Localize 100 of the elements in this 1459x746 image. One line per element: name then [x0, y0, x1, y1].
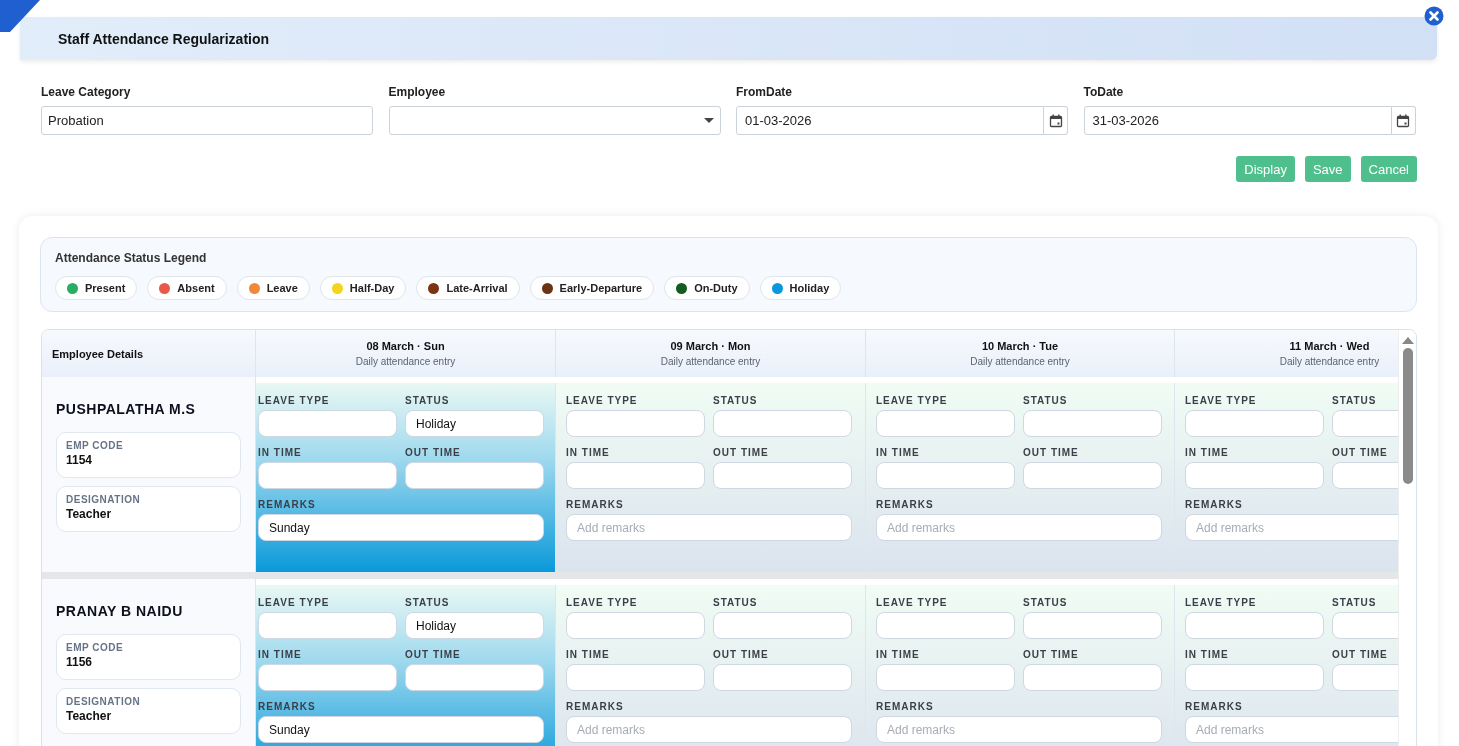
employee-name: PRANAY B NAIDU [56, 603, 184, 619]
legend-label: Late-Arrival [446, 282, 508, 294]
field-label: IN TIME [566, 649, 611, 660]
legend-label: Holiday [789, 282, 830, 294]
day-subtitle: Daily attendance entry [355, 356, 456, 367]
field-label: Employee [388, 85, 447, 99]
legend-label: Present [85, 282, 126, 294]
input-field[interactable]: Sunday [258, 514, 544, 541]
input-field[interactable]: Add remarks [1185, 514, 1398, 541]
field-label: OUT TIME [713, 447, 770, 458]
legend-label: Half-Day [349, 282, 395, 294]
field-label: STATUS [1023, 597, 1069, 608]
day-subtitle: Daily attendance entry [970, 356, 1070, 367]
field-label: STATUS [1023, 395, 1069, 406]
input-field[interactable] [1023, 612, 1162, 639]
field-label: IN TIME [876, 447, 921, 458]
field-label: OUT TIME [713, 649, 770, 660]
field-label: REMARKS [258, 499, 317, 510]
input-field[interactable]: Sunday [258, 716, 544, 743]
close-icon[interactable] [1424, 6, 1444, 26]
input-field[interactable] [713, 410, 852, 437]
input-field[interactable] [1023, 410, 1162, 437]
field-label: LEAVE TYPE [1185, 395, 1258, 406]
detail-value: Teacher [66, 507, 113, 521]
field-label: STATUS [405, 597, 451, 608]
input-field[interactable] [258, 664, 397, 691]
legend-label: On-Duty [694, 282, 738, 294]
input-field[interactable] [405, 462, 544, 489]
input-field[interactable] [258, 462, 397, 489]
employee-dropdown[interactable] [388, 106, 721, 135]
field-label: IN TIME [1185, 447, 1230, 458]
detail-value: Teacher [66, 709, 113, 723]
legend-label: Leave [266, 282, 298, 294]
calendar-icon[interactable] [1391, 106, 1416, 135]
input-field[interactable] [713, 462, 852, 489]
legend-label: Early-Departure [559, 282, 643, 294]
field-label: LEAVE TYPE [1185, 597, 1258, 608]
day-date: 09 March · Mon [670, 340, 751, 352]
input-field[interactable] [1023, 462, 1162, 489]
input-field[interactable]: Holiday [405, 410, 544, 437]
input-field[interactable]: Add remarks [876, 514, 1162, 541]
date-field[interactable]: 01-03-2026 [736, 106, 1044, 135]
field-label: Leave Category [41, 85, 132, 99]
field-label: STATUS [1332, 395, 1378, 406]
input-field[interactable] [258, 410, 397, 437]
detail-label: EMP CODE [66, 642, 125, 653]
input-field[interactable] [566, 612, 705, 639]
day-date: 11 March · Wed [1289, 340, 1370, 352]
legend-label: Absent [177, 282, 215, 294]
date-field[interactable]: 31-03-2026 [1083, 106, 1392, 135]
field-label: LEAVE TYPE [258, 597, 331, 608]
field-label: LEAVE TYPE [566, 395, 639, 406]
input-field[interactable] [876, 664, 1015, 691]
field-label: OUT TIME [1023, 649, 1080, 660]
input-field[interactable] [566, 664, 705, 691]
input-field[interactable] [405, 664, 544, 691]
caret-icon [703, 117, 714, 124]
input-field[interactable]: Add remarks [566, 716, 852, 743]
calendar-icon[interactable] [1044, 106, 1068, 135]
input-field[interactable] [876, 462, 1015, 489]
field-label: FromDate [736, 85, 793, 99]
detail-value: 1156 [66, 655, 94, 669]
input-field[interactable] [1185, 664, 1324, 691]
input-field[interactable] [713, 664, 852, 691]
input-field[interactable] [258, 612, 397, 639]
detail-label: DESIGNATION [66, 494, 142, 505]
input-field[interactable]: Add remarks [876, 716, 1162, 743]
field-label: STATUS [405, 395, 451, 406]
detail-value: 1154 [66, 453, 94, 467]
input-field[interactable]: Add remarks [1185, 716, 1398, 743]
day-subtitle: Daily attendance entry [660, 356, 761, 367]
field-label: LEAVE TYPE [258, 395, 331, 406]
scrollbar[interactable] [1398, 330, 1416, 746]
text-field[interactable]: Probation [41, 106, 373, 135]
detail-label: DESIGNATION [66, 696, 142, 707]
field-label: REMARKS [1185, 499, 1244, 510]
input-field[interactable] [1185, 612, 1324, 639]
field-label: IN TIME [566, 447, 611, 458]
input-field[interactable]: Add remarks [566, 514, 852, 541]
field-label: REMARKS [258, 701, 317, 712]
day-date: 08 March · Sun [366, 340, 445, 352]
input-field[interactable] [876, 410, 1015, 437]
input-field[interactable] [566, 410, 705, 437]
input-field[interactable] [566, 462, 705, 489]
day-date: 10 March · Tue [981, 340, 1059, 352]
header-text: Employee Details [52, 347, 145, 360]
field-label: REMARKS [1185, 701, 1244, 712]
input-field[interactable]: Holiday [405, 612, 544, 639]
input-field[interactable] [1185, 462, 1324, 489]
input-field[interactable] [1185, 410, 1324, 437]
corner-ribbon [0, 0, 40, 32]
field-label: IN TIME [258, 649, 303, 660]
input-field[interactable] [713, 612, 852, 639]
dialog-title: Staff Attendance Regularization [58, 30, 270, 47]
field-label: OUT TIME [1332, 649, 1389, 660]
input-field[interactable] [876, 612, 1015, 639]
field-label: IN TIME [1185, 649, 1230, 660]
input-field[interactable] [1023, 664, 1162, 691]
field-label: LEAVE TYPE [566, 597, 639, 608]
field-label: LEAVE TYPE [876, 597, 949, 608]
